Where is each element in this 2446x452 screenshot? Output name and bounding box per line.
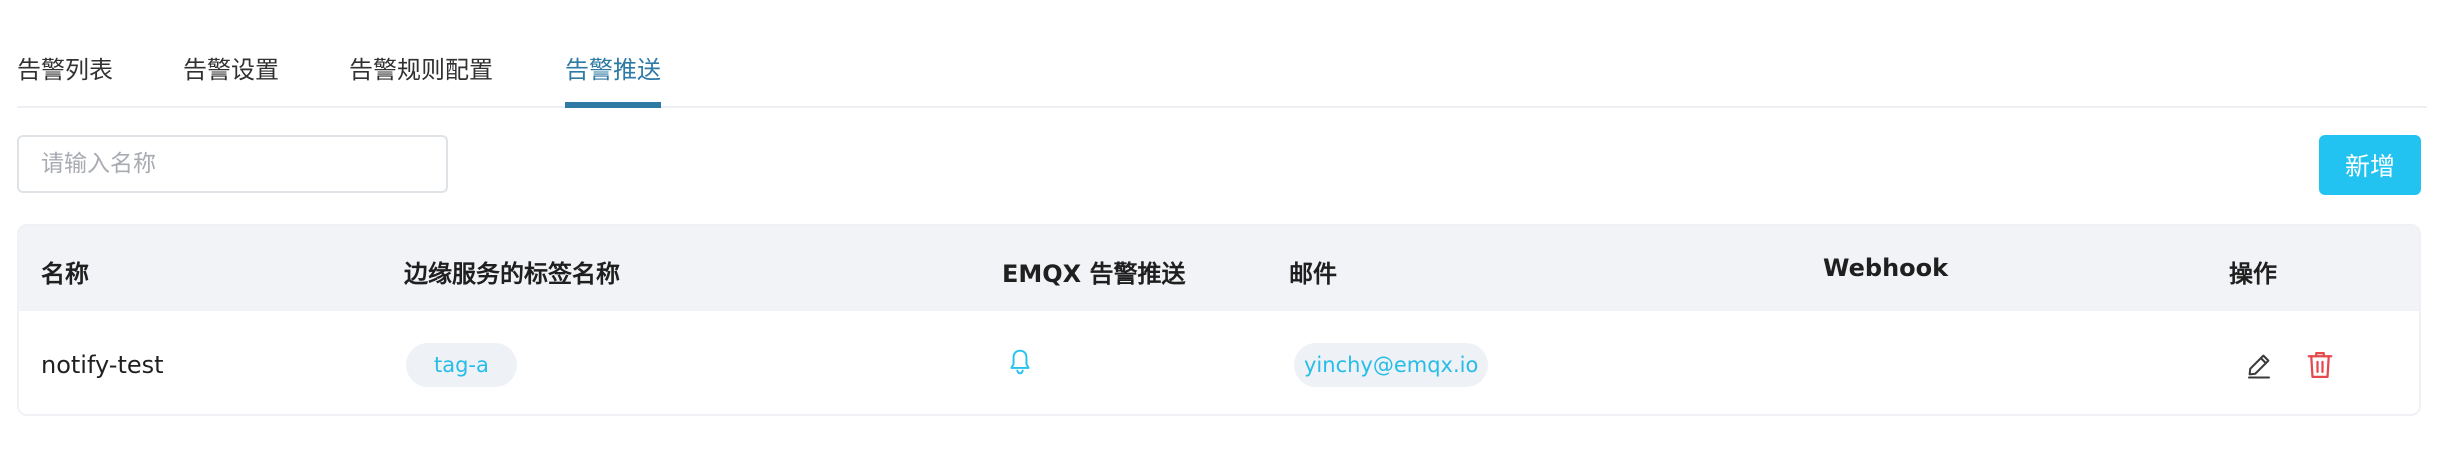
row-name: notify-test: [41, 350, 164, 379]
table-header: 名称 边缘服务的标签名称 EMQX 告警推送 邮件 Webhook 操作: [19, 226, 2419, 311]
tab-alarm-settings[interactable]: 告警设置: [183, 50, 279, 106]
tab-alarm-rule-config[interactable]: 告警规则配置: [349, 50, 493, 106]
tab-alarm-list[interactable]: 告警列表: [17, 50, 113, 106]
bell-icon: [1007, 348, 1033, 376]
delete-icon[interactable]: [2306, 350, 2334, 380]
tab-alarm-push[interactable]: 告警推送: [565, 50, 661, 108]
row-tag-cell: tag-a: [406, 311, 517, 414]
email-badge: yinchy@emqx.io: [1294, 342, 1489, 387]
search-input[interactable]: [17, 135, 448, 193]
column-header-webhook: Webhook: [1823, 254, 1949, 282]
column-header-tag: 边缘服务的标签名称: [404, 260, 620, 288]
column-header-name: 名称: [41, 260, 89, 288]
table-row: notify-test tag-a yinchy@emqx.io: [19, 311, 2419, 414]
tab-bar: 告警列表 告警设置 告警规则配置 告警推送: [17, 36, 2427, 108]
row-email-cell: yinchy@emqx.io: [1294, 311, 1489, 414]
tag-badge: tag-a: [406, 342, 517, 387]
row-emqx-cell: [1007, 311, 1033, 414]
column-header-actions: 操作: [2229, 260, 2277, 288]
row-actions: [2244, 311, 2334, 414]
add-button[interactable]: 新增: [2319, 135, 2421, 195]
edit-icon[interactable]: [2244, 350, 2274, 380]
column-header-emqx: EMQX 告警推送: [1002, 260, 1186, 288]
push-table: 名称 边缘服务的标签名称 EMQX 告警推送 邮件 Webhook 操作 not…: [17, 224, 2421, 416]
column-header-email: 邮件: [1289, 260, 1337, 288]
